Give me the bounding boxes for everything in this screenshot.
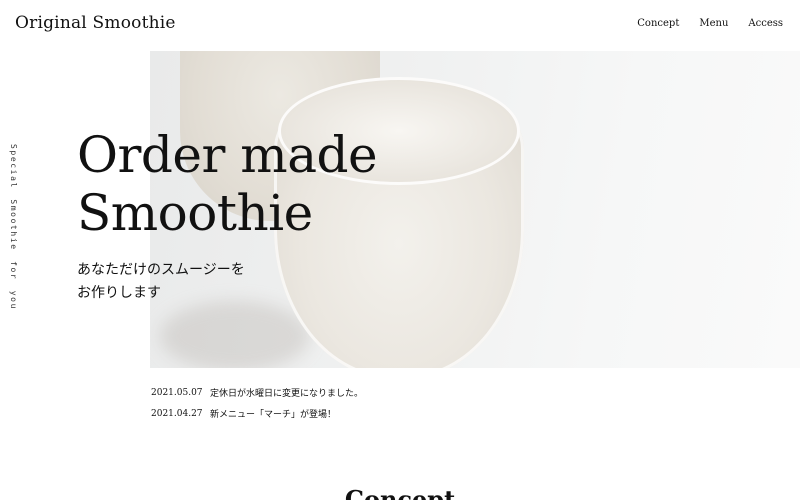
main-nav: Concept Menu Access	[637, 18, 783, 29]
news-date: 2021.04.27	[151, 408, 203, 419]
news-item[interactable]: 2021.05.07 定休日が水曜日に変更になりました。	[151, 382, 363, 403]
concept-section-title: Concept	[344, 485, 456, 500]
site-title[interactable]: Original Smoothie	[15, 13, 176, 33]
hero-heading-line1: Order made	[77, 126, 378, 184]
hero-subtitle-line1: あなただけのスムージーを	[77, 262, 245, 278]
vertical-tagline: Special Smoothie for you	[9, 144, 18, 310]
hero-subtitle: あなただけのスムージーを お作りします	[77, 259, 245, 305]
news-date: 2021.05.07	[151, 387, 203, 398]
hero-heading-line2: Smoothie	[77, 184, 313, 242]
glass-shadow	[160, 301, 310, 368]
news-item[interactable]: 2021.04.27 新メニュー「マーチ」が登場！	[151, 403, 363, 424]
nav-item-menu[interactable]: Menu	[699, 18, 728, 29]
news-text: 定休日が水曜日に変更になりました。	[210, 389, 364, 399]
nav-item-access[interactable]: Access	[748, 18, 783, 29]
news-text: 新メニュー「マーチ」が登場！	[210, 410, 337, 420]
news-list: 2021.05.07 定休日が水曜日に変更になりました。 2021.04.27 …	[151, 382, 363, 424]
hero-heading: Order made Smoothie	[77, 126, 378, 242]
hero-subtitle-line2: お作りします	[77, 285, 161, 301]
nav-item-concept[interactable]: Concept	[637, 18, 679, 29]
